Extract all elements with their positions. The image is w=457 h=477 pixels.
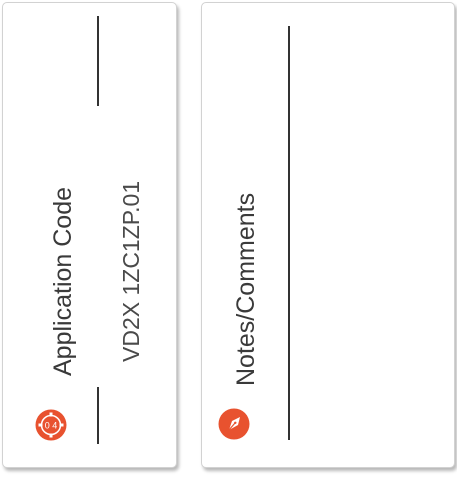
application-code-card: Application Code VD2X 1ZC1ZP.01 0 4 <box>2 2 177 468</box>
top-divider-line <box>97 16 99 106</box>
notes-comments-label: Notes/Comments <box>232 192 260 386</box>
notes-comments-card: Notes/Comments <box>201 2 455 468</box>
bottom-divider-line <box>97 387 99 444</box>
application-code-label: Application Code <box>49 186 77 376</box>
notes-writing-line <box>288 26 290 440</box>
gear-code-icon-text: 0 4 <box>45 421 58 431</box>
pen-nib-icon <box>218 408 250 440</box>
gear-code-icon: 0 4 <box>35 409 67 441</box>
application-code-value[interactable]: VD2X 1ZC1ZP.01 <box>118 181 144 362</box>
